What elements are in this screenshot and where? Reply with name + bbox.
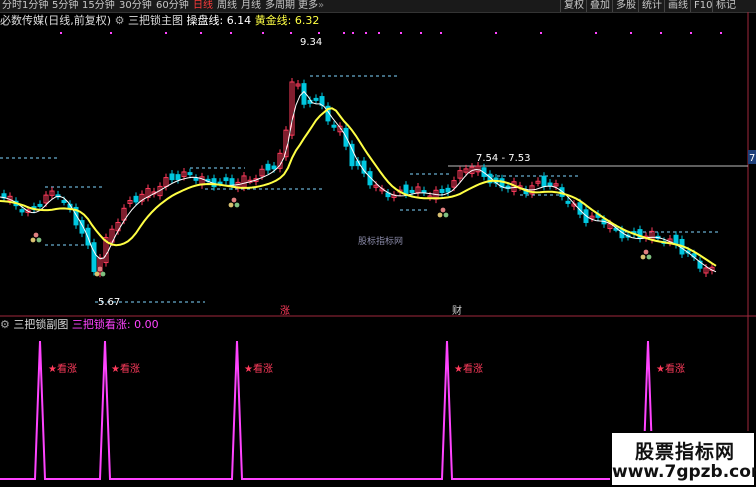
signal-label: ★看涨 (48, 362, 77, 375)
clover-icon (443, 212, 449, 218)
signal-label: ★看涨 (454, 362, 483, 375)
clover-icon (646, 254, 652, 260)
signal-dot (352, 32, 354, 34)
range-annotation: 7.54 - 7.53 (476, 153, 531, 164)
signal-dot (378, 32, 380, 34)
clover-icon (234, 202, 240, 208)
signal-dot (540, 32, 542, 34)
rise-marker: 涨 (280, 305, 290, 317)
candle (19, 209, 25, 213)
clover-icon (36, 237, 42, 243)
clover-icon (33, 232, 39, 238)
candle (133, 195, 139, 203)
signal-dot (495, 32, 497, 34)
signal-dot (595, 32, 597, 34)
candle (331, 124, 337, 128)
clover-icon (231, 197, 237, 203)
clover-icon (94, 271, 100, 277)
watermark-text: 股标指标网 (358, 235, 403, 247)
candle (91, 242, 97, 272)
signal-dot (110, 32, 112, 34)
signal-dot (290, 32, 292, 34)
price-tag: 7. (749, 153, 756, 164)
candle (169, 173, 175, 181)
candle (193, 177, 199, 181)
signal-dot (365, 32, 367, 34)
signal-label: ★看涨 (244, 362, 273, 375)
candle (547, 182, 553, 187)
candle (565, 200, 571, 204)
low-annotation: 5.67 (98, 297, 120, 308)
clover-icon (97, 266, 103, 272)
signal-dot (262, 32, 264, 34)
candle (265, 163, 271, 171)
logo-url: www.7gpzb.com (612, 462, 756, 482)
clover-icon (30, 237, 36, 243)
clover-icon (437, 212, 443, 218)
signal-dot (400, 32, 402, 34)
signal-dot (60, 32, 62, 34)
candle (421, 190, 427, 194)
signal-dot (343, 32, 345, 34)
candle (271, 165, 277, 170)
sub-indicator-value: 0.00 (134, 318, 159, 331)
candle (445, 187, 451, 193)
candle (409, 189, 415, 193)
candle (223, 177, 229, 182)
sub-indicator-label: 三把锁看涨: (71, 318, 131, 331)
signal-dot (200, 32, 202, 34)
candle (175, 174, 181, 181)
candle (541, 175, 547, 187)
signal-dot (660, 32, 662, 34)
signal-dot (420, 32, 422, 34)
candle (313, 97, 319, 101)
candle (187, 172, 193, 176)
sub-chart-header: ⚙ 三把锁副图 三把锁看涨: 0.00 (0, 318, 159, 332)
signal-dot (165, 32, 167, 34)
site-logo: 股票指标网 www.7gpzb.com (610, 431, 756, 487)
clover-icon (228, 202, 234, 208)
signal-label: ★看涨 (656, 362, 685, 375)
candle (349, 143, 355, 167)
signal-label: ★看涨 (111, 362, 140, 375)
candle (61, 200, 67, 204)
clover-icon (440, 207, 446, 213)
clover-icon (640, 254, 646, 260)
signal-dot (440, 32, 442, 34)
signal-dot (690, 32, 692, 34)
kline-chart[interactable]: 7. 9.34 5.67 7.54 - 7.53 股标指标网 涨 财 ★看涨 ★… (0, 0, 756, 487)
signal-dot (230, 32, 232, 34)
high-annotation: 9.34 (300, 37, 322, 48)
signal-dot (318, 32, 320, 34)
signal-dot (720, 32, 722, 34)
sub-indicator-name[interactable]: 三把锁副图 (13, 318, 68, 331)
candle (439, 189, 445, 193)
sub-indicator-gear-icon[interactable]: ⚙ (0, 318, 10, 331)
candle (673, 234, 679, 245)
candle (37, 203, 43, 207)
logo-title: 股票指标网 (634, 441, 735, 463)
clover-icon (100, 271, 106, 277)
signal-dot (630, 32, 632, 34)
fortune-marker: 财 (452, 304, 462, 317)
candle (403, 184, 409, 195)
clover-icon (643, 249, 649, 255)
